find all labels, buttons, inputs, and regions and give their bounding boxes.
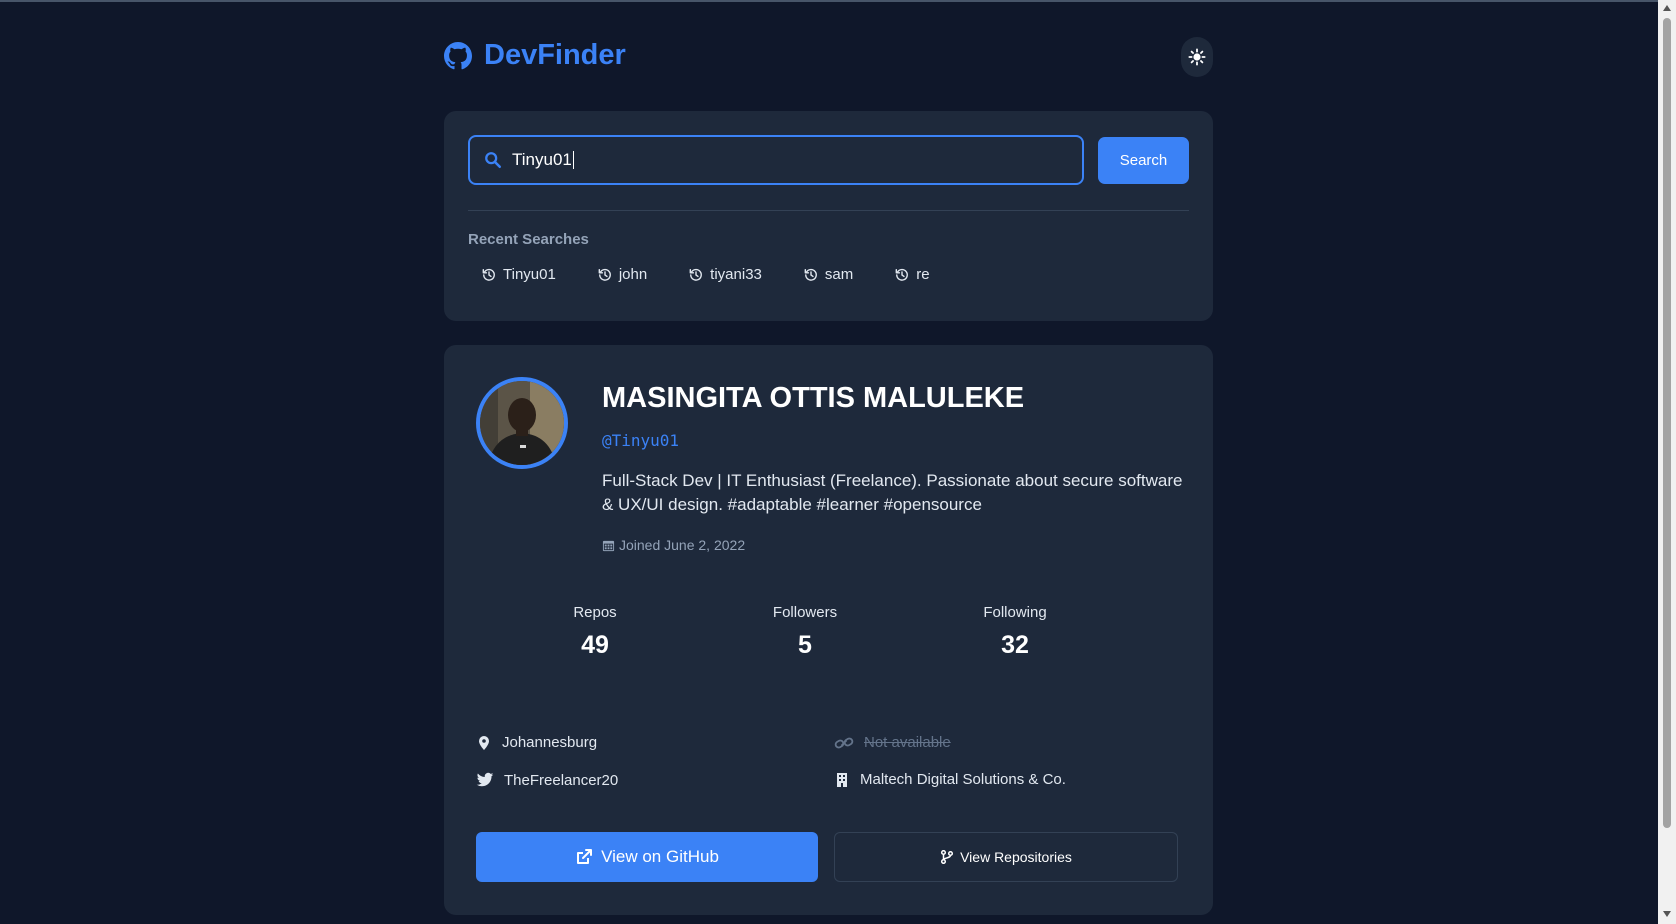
search-input-value: Tinyu01: [512, 150, 572, 169]
app-logo[interactable]: DevFinder: [444, 39, 626, 72]
recent-search-label: sam: [824, 266, 854, 283]
history-icon: [804, 268, 817, 281]
code-branch-icon: [941, 850, 954, 864]
stat-label: Repos: [573, 604, 617, 621]
search-divider: [468, 210, 1189, 211]
location-info: Johannesburg: [476, 734, 597, 751]
text-caret: [572, 151, 574, 169]
company-text: Maltech Digital Solutions & Co.: [860, 771, 1066, 788]
view-repositories-button[interactable]: View Repositories: [834, 832, 1178, 882]
recent-search-item[interactable]: john: [598, 266, 647, 283]
recent-search-item[interactable]: tiyani33: [689, 266, 762, 283]
view-on-github-label: View on GitHub: [601, 847, 719, 866]
joined-date: Joined June 2, 2022: [602, 537, 745, 553]
app-header: DevFinder: [444, 32, 1213, 80]
stat-label: Followers: [772, 604, 838, 621]
search-input[interactable]: Tinyu01: [468, 135, 1084, 185]
twitter-info: TheFreelancer20: [476, 771, 618, 789]
map-pin-icon: [479, 735, 489, 750]
stats-panel: Repos 49 Followers 5 Following 32: [476, 595, 1181, 685]
recent-search-item[interactable]: re: [895, 266, 930, 283]
stat-value: 32: [1001, 631, 1029, 659]
scrollbar-thumb[interactable]: [1663, 18, 1671, 828]
profile-card: MASINGITA OTTIS MALULEKE @Tinyu01 Full-S…: [444, 345, 1213, 915]
recent-search-label: john: [618, 266, 648, 283]
location-text: Johannesburg: [502, 734, 598, 751]
external-link-icon: [577, 849, 593, 864]
stat-label: Following: [983, 604, 1047, 621]
blog-info: Not available: [834, 734, 951, 751]
search-button[interactable]: Search: [1098, 137, 1189, 184]
stat-followers: Followers 5: [705, 595, 905, 660]
recent-search-label: re: [916, 266, 930, 283]
app-title: DevFinder: [484, 39, 626, 71]
profile-bio: Full-Stack Dev | IT Enthusiast (Freelanc…: [602, 471, 1183, 514]
avatar: [476, 377, 568, 469]
profile-login[interactable]: @Tinyu01: [602, 431, 679, 450]
twitter-text[interactable]: TheFreelancer20: [504, 772, 618, 789]
building-icon: [837, 772, 847, 787]
scroll-down-arrow[interactable]: [1663, 911, 1671, 917]
profile-name: MASINGITA OTTIS MALULEKE: [602, 382, 1025, 414]
github-icon: [444, 41, 472, 69]
stat-repos: Repos 49: [495, 595, 695, 660]
twitter-icon: [476, 772, 494, 787]
sun-icon: [1188, 48, 1206, 66]
stat-value: 49: [581, 631, 609, 659]
recent-searches-title: Recent Searches: [468, 231, 589, 248]
history-icon: [895, 268, 909, 281]
page-scrollbar[interactable]: [1658, 0, 1676, 924]
calendar-icon: [602, 540, 615, 551]
history-icon: [598, 268, 611, 281]
view-repositories-label: View Repositories: [960, 849, 1072, 865]
scroll-up-arrow[interactable]: [1663, 5, 1671, 11]
recent-search-label: tiyani33: [710, 266, 762, 283]
company-info: Maltech Digital Solutions & Co.: [834, 771, 1066, 788]
recent-search-item[interactable]: Tinyu01: [482, 266, 556, 283]
recent-search-label: Tinyu01: [503, 266, 556, 283]
search-icon: [484, 151, 502, 169]
view-on-github-button[interactable]: View on GitHub: [476, 832, 818, 882]
blog-text: Not available: [864, 734, 951, 751]
joined-text: Joined June 2, 2022: [619, 537, 746, 553]
history-icon: [482, 268, 495, 281]
recent-searches-list: Tinyu01 john tiyani33 sam re: [482, 266, 972, 283]
history-icon: [689, 268, 703, 281]
stat-following: Following 32: [915, 595, 1115, 660]
recent-search-item[interactable]: sam: [804, 266, 853, 283]
link-icon: [834, 737, 854, 748]
theme-toggle-button[interactable]: [1181, 37, 1213, 77]
stat-value: 5: [798, 631, 812, 659]
window-top-border: [0, 0, 1676, 2]
search-panel: Tinyu01 Search Recent Searches Tinyu01 j…: [444, 111, 1213, 321]
